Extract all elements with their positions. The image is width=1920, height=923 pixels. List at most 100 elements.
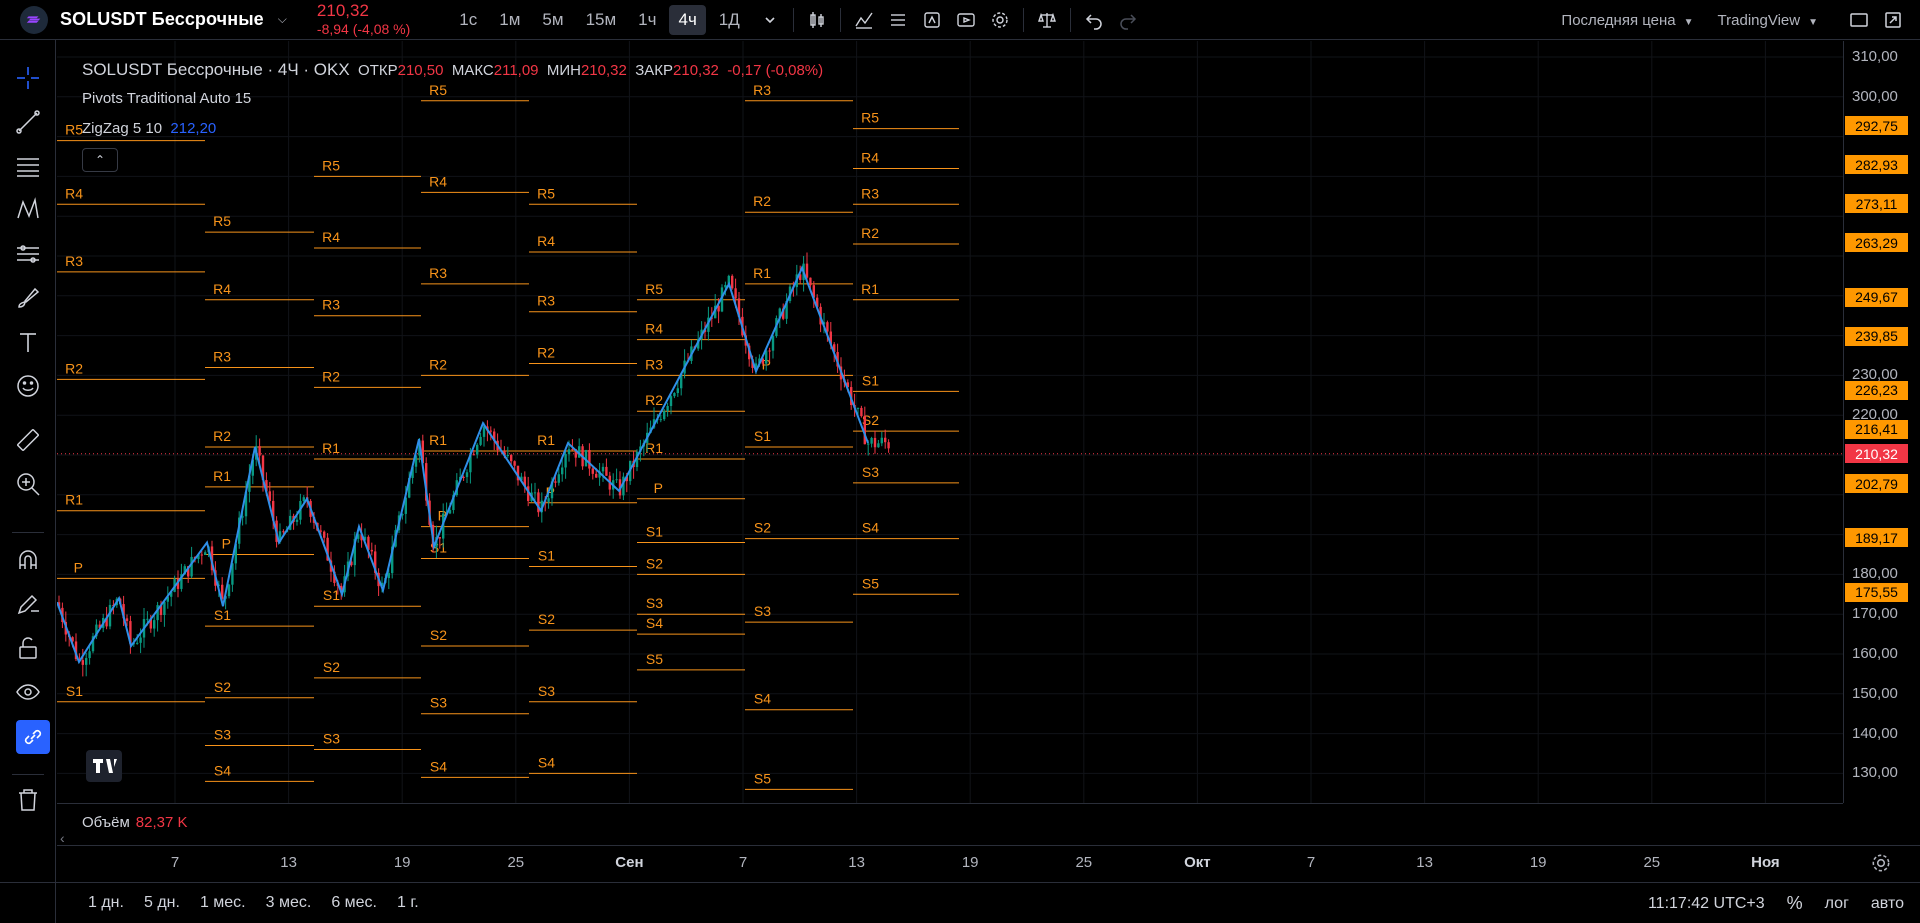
divider (1069, 7, 1071, 32)
pivot-level-label: R3 (65, 253, 83, 269)
collapse-legend-button[interactable]: ⌃ (82, 148, 118, 172)
pivot-level-label: R5 (861, 110, 879, 126)
lock-icon[interactable] (14, 634, 42, 662)
range-1m[interactable]: 1 мес. (200, 894, 246, 912)
candle-body (564, 454, 567, 468)
tf-4h[interactable]: 4ч (669, 4, 706, 35)
time-tick: Сен (615, 854, 644, 871)
candle-body (85, 658, 88, 665)
templates-icon[interactable] (881, 3, 915, 37)
timeframe-chevron-icon[interactable] (753, 3, 787, 37)
redo-icon[interactable] (1111, 3, 1145, 37)
range-6m[interactable]: 6 мес. (331, 894, 377, 912)
trash-icon[interactable] (14, 786, 42, 814)
candle-body (877, 443, 880, 448)
tf-1s[interactable]: 1с (450, 5, 486, 35)
pivot-level-label: R3 (645, 356, 663, 372)
tf-1h[interactable]: 1ч (629, 5, 665, 35)
range-3m[interactable]: 3 мес. (266, 894, 312, 912)
brush-icon[interactable] (14, 284, 42, 312)
toolbar-right: Последняя цена ▼ TradingView ▼ (1561, 0, 1920, 40)
fullscreen-icon[interactable] (1876, 3, 1910, 37)
fib-retracement-icon[interactable] (14, 152, 42, 180)
percent-toggle[interactable]: % (1787, 893, 1803, 914)
indicators-icon[interactable] (847, 3, 881, 37)
volume-value: 82,37 K (135, 814, 188, 831)
chart-pane[interactable]: R5 R4 R3 R2 R1 P S1 R5 R4 R3 R2 R1 P S1 S2 S3 S4 R5 R4 R3 R2… (57, 41, 1843, 803)
collapse-left-icon[interactable]: ‹ (60, 830, 65, 846)
undo-icon[interactable] (1077, 3, 1111, 37)
tf-1m[interactable]: 1м (490, 5, 529, 35)
settings-gear-icon[interactable] (983, 3, 1017, 37)
candle-body (88, 651, 91, 659)
tf-1d[interactable]: 1Д (710, 5, 749, 35)
trend-line-icon[interactable] (14, 108, 42, 136)
price-tick: 300,00 (1852, 87, 1898, 105)
pivot-level-label: R1 (429, 432, 447, 448)
pivot-level-label: R3 (537, 293, 555, 309)
candle-body (125, 618, 129, 622)
pivot-level-label: R2 (537, 344, 555, 360)
symbol-selector[interactable]: SOLUSDT Бессрочные ⌵ (0, 0, 287, 40)
axis-settings-icon[interactable] (1870, 852, 1892, 879)
alert-icon[interactable] (915, 3, 949, 37)
log-toggle[interactable]: лог (1825, 895, 1849, 913)
price-chart[interactable]: R5 R4 R3 R2 R1 P S1 R5 R4 R3 R2 R1 P S1 S2 S3 S4 R5 R4 R3 R2… (57, 41, 1843, 803)
chevron-down-icon[interactable]: ⌵ (278, 12, 287, 27)
emoji-icon[interactable] (14, 372, 42, 400)
brand-dropdown[interactable]: TradingView ▼ (1718, 12, 1818, 29)
volume-legend[interactable]: Объём 82,37 K (82, 814, 188, 831)
symbol-name[interactable]: SOLUSDT Бессрочные (60, 9, 264, 30)
candle-body (768, 350, 771, 352)
indicator-zigzag[interactable]: ZigZag 5 10 212,20 (82, 120, 216, 137)
eye-icon[interactable] (14, 678, 42, 706)
time-tick: Окт (1184, 854, 1211, 871)
time-tick: 25 (507, 854, 525, 871)
tf-15m[interactable]: 15м (577, 5, 626, 35)
replay-icon[interactable] (949, 3, 983, 37)
candle-body (136, 642, 139, 644)
candle-body (200, 554, 203, 556)
scales-icon[interactable] (1030, 3, 1064, 37)
pattern-icon[interactable] (14, 196, 42, 224)
range-1d[interactable]: 1 дн. (88, 894, 124, 912)
range-5d[interactable]: 5 дн. (144, 894, 180, 912)
pivot-level-label: S5 (754, 770, 771, 786)
auto-toggle[interactable]: авто (1871, 895, 1904, 913)
link-icon[interactable] (16, 720, 50, 754)
price-type-dropdown[interactable]: Последняя цена ▼ (1561, 12, 1693, 29)
pivot-level-label: S3 (214, 727, 231, 743)
ruler-icon[interactable] (14, 426, 42, 454)
pivot-level-label: R1 (753, 265, 771, 281)
candle-body (591, 468, 594, 474)
pivot-level-label: R2 (753, 193, 771, 209)
bottom-right: 11:17:42 UTC+3 % лог авто (1648, 883, 1920, 923)
indicator-pivots[interactable]: Pivots Traditional Auto 15 (82, 90, 251, 107)
clock[interactable]: 11:17:42 UTC+3 (1648, 895, 1765, 913)
zoom-in-icon[interactable] (14, 470, 42, 498)
stay-drawing-icon[interactable] (14, 590, 42, 618)
pivot-level-label: R4 (322, 229, 340, 245)
pivot-level-label: R1 (861, 281, 879, 297)
crosshair-icon[interactable] (14, 64, 42, 92)
pivot-level-label: S2 (646, 555, 663, 571)
range-1y[interactable]: 1 г. (397, 894, 419, 912)
tradingview-logo-icon[interactable] (86, 750, 122, 782)
time-tick: 25 (1643, 854, 1661, 871)
pivot-level-label: S2 (754, 520, 771, 536)
candle-body (204, 552, 207, 556)
layout-icon[interactable] (1842, 3, 1876, 37)
forecast-icon[interactable] (14, 240, 42, 268)
candle-body (533, 492, 537, 494)
candle-body (734, 288, 737, 299)
price-tick: 150,00 (1852, 684, 1898, 702)
pane-divider[interactable] (57, 803, 1843, 804)
text-icon[interactable] (14, 328, 42, 356)
tf-5m[interactable]: 5м (533, 5, 572, 35)
candle-body (561, 467, 564, 475)
legend-symbol-title[interactable]: SOLUSDT Бессрочные · 4Ч · OKX (82, 60, 350, 79)
magnet-icon[interactable] (14, 546, 42, 574)
candles-icon[interactable] (800, 3, 834, 37)
pivot-level-label: S4 (754, 691, 771, 707)
time-axis[interactable] (57, 845, 1920, 881)
